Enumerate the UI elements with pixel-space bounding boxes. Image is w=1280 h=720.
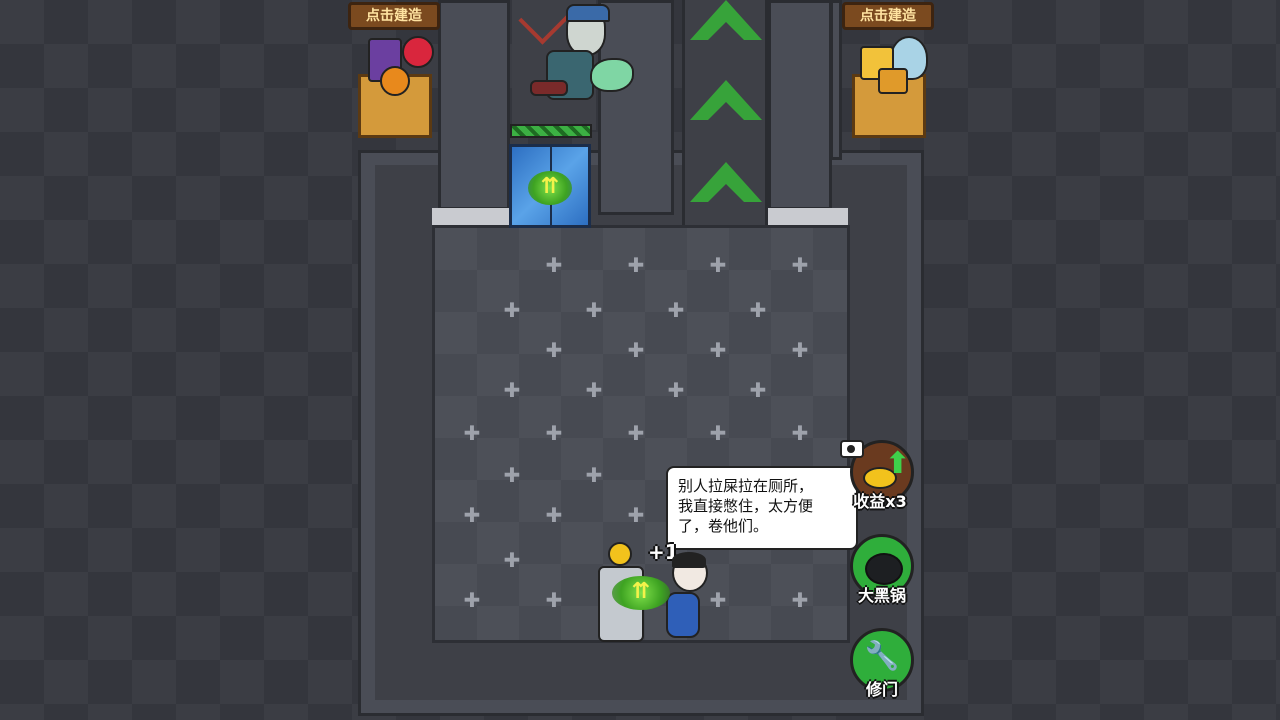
crate-items-left: [362, 36, 434, 96]
build-slot-right[interactable]: 点击建造: [840, 0, 936, 140]
left-upper-wall: [438, 0, 510, 210]
income-boost-button[interactable]: ⬆ 收益x3: [840, 436, 918, 520]
worker-station[interactable]: +1 ⇈: [592, 540, 722, 648]
upgrade-arrow-icon: ⇈: [631, 579, 651, 604]
up-arrow-icon: [690, 80, 762, 120]
room-door[interactable]: ⇈: [509, 144, 591, 228]
up-arrow-icon: [690, 0, 762, 40]
room-top-strip-right: [768, 208, 848, 226]
up-arrow-icon: [690, 162, 762, 202]
crate-items-right: [854, 32, 928, 96]
repair-door-label: 修门: [865, 680, 898, 699]
repair-door-button[interactable]: 🔧 修门: [846, 624, 918, 704]
build-slot-left[interactable]: 点击建造: [346, 0, 442, 140]
center-wall-right: [768, 0, 832, 210]
door-health-bar: [510, 124, 592, 138]
zombie-character[interactable]: [518, 0, 634, 122]
worker-character: [666, 552, 710, 638]
income-boost-label: 收益x3: [853, 492, 907, 511]
build-sign-left[interactable]: 点击建造: [348, 2, 440, 30]
coin-icon: [608, 542, 632, 566]
black-pot-button[interactable]: 大黑锅: [846, 530, 918, 610]
video-icon: [840, 440, 864, 458]
upgrade-arrow-icon: ⇈: [540, 174, 560, 199]
build-sign-right[interactable]: 点击建造: [842, 2, 934, 30]
room-top-strip-left: [432, 208, 512, 226]
speech-bubble: 别人拉屎拉在厕所， 我直接憋住，太方便 了，卷他们。: [666, 466, 858, 550]
black-pot-label: 大黑锅: [857, 586, 906, 605]
